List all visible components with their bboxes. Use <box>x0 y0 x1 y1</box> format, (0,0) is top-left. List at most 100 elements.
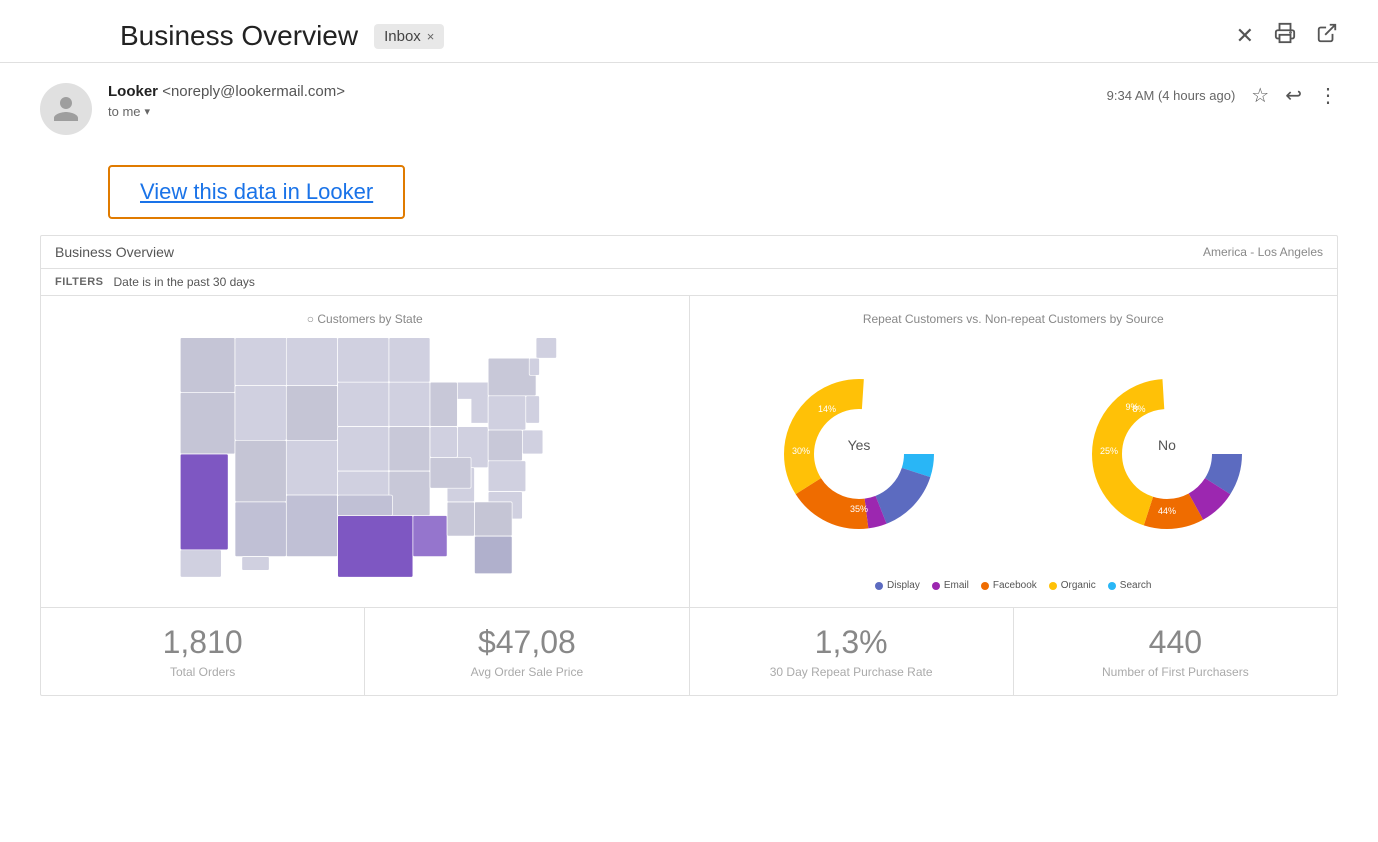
legend-item-organic: Organic <box>1049 580 1096 591</box>
print-icon[interactable] <box>1274 22 1296 50</box>
state-nc <box>488 461 526 492</box>
svg-text:13%: 13% <box>1216 446 1234 456</box>
metric-cell-2: 1,3% 30 Day Repeat Purchase Rate <box>690 608 1014 695</box>
metric-value-3: 440 <box>1034 624 1317 661</box>
map-chart-cell: ○ Customers by State <box>41 296 690 607</box>
donut-chart-title: Repeat Customers vs. Non-repeat Customer… <box>706 312 1322 326</box>
inbox-label: Inbox <box>384 28 421 45</box>
svg-text:Yes: Yes <box>848 437 871 453</box>
view-in-looker-link[interactable]: View this data in Looker <box>140 179 373 204</box>
filters-bar: FILTERS Date is in the past 30 days <box>41 269 1337 296</box>
state-nv <box>235 440 286 502</box>
svg-text:9%: 9% <box>1126 402 1139 412</box>
metric-label-1: Avg Order Sale Price <box>385 665 668 679</box>
star-icon[interactable]: ☆ <box>1251 83 1269 108</box>
state-ct <box>529 358 539 375</box>
email-time: 9:34 AM (4 hours ago) <box>1107 88 1236 103</box>
legend-display-label: Display <box>887 580 920 591</box>
state-wv <box>522 430 543 454</box>
state-id <box>235 386 286 441</box>
external-link-icon[interactable] <box>1316 22 1338 50</box>
legend-item-search: Search <box>1108 580 1152 591</box>
state-mt <box>235 338 290 386</box>
state-ne-new <box>536 338 557 359</box>
email-title: Business Overview <box>120 20 358 52</box>
email-header: Business Overview Inbox × ✕ <box>0 0 1378 63</box>
charts-row: ○ Customers by State <box>41 296 1337 608</box>
state-nj <box>526 396 540 423</box>
metric-cell-3: 440 Number of First Purchasers <box>1014 608 1337 695</box>
legend-facebook-label: Facebook <box>993 580 1037 591</box>
dashboard-title: Business Overview <box>55 244 174 260</box>
legend-search-label: Search <box>1120 580 1152 591</box>
svg-text:35%: 35% <box>850 504 868 514</box>
to-me[interactable]: to me ▾ <box>108 104 345 119</box>
svg-text:25%: 25% <box>1100 446 1118 456</box>
us-map-svg <box>85 324 645 584</box>
looker-link-area: View this data in Looker <box>0 145 1378 235</box>
metric-cell-1: $47,08 Avg Order Sale Price <box>365 608 689 695</box>
state-ok <box>337 495 392 516</box>
metric-value-0: 1,810 <box>61 624 344 661</box>
dashboard-container: Business Overview America - Los Angeles … <box>40 235 1338 696</box>
state-tx <box>337 516 412 578</box>
avatar <box>40 83 92 135</box>
header-icons: ✕ <box>1236 22 1338 50</box>
metric-value-2: 1,3% <box>710 624 993 661</box>
metric-label-3: Number of First Purchasers <box>1034 665 1317 679</box>
metric-value-1: $47,08 <box>385 624 668 661</box>
state-ga <box>474 502 512 536</box>
state-mo <box>389 471 430 515</box>
legend-item-display: Display <box>875 580 920 591</box>
legend-item-email: Email <box>932 580 969 591</box>
to-me-chevron-icon: ▾ <box>145 105 151 118</box>
to-me-text: to me <box>108 104 141 119</box>
metrics-row: 1,810 Total Orders $47,08 Avg Order Sale… <box>41 608 1337 695</box>
svg-text:No: No <box>1158 437 1176 453</box>
inbox-badge: Inbox × <box>374 24 444 49</box>
email-title-area: Business Overview Inbox × <box>120 20 444 52</box>
reply-icon[interactable]: ↩ <box>1285 83 1302 108</box>
inbox-close-icon[interactable]: × <box>427 29 435 44</box>
state-pa <box>488 396 526 430</box>
legend-facebook-dot <box>981 582 989 590</box>
avatar-icon <box>51 94 81 124</box>
state-mn <box>389 338 430 382</box>
state-sd <box>337 382 388 426</box>
state-nm <box>286 495 337 557</box>
sender-name-line: Looker <noreply@lookermail.com> <box>108 83 345 100</box>
dashboard-location: America - Los Angeles <box>1203 245 1323 259</box>
legend-display-dot <box>875 582 883 590</box>
donut-chart-cell: Repeat Customers vs. Non-repeat Customer… <box>690 296 1338 607</box>
state-il <box>430 382 457 426</box>
state-ut <box>286 440 337 495</box>
state-ky <box>430 427 457 458</box>
sender-name: Looker <box>108 83 158 100</box>
dashboard-header: Business Overview America - Los Angeles <box>41 236 1337 269</box>
more-options-icon[interactable]: ⋮ <box>1318 83 1338 108</box>
state-la <box>413 516 447 557</box>
donut-yes-svg: Yes 14% 30% 35% 18% <box>769 364 949 544</box>
sender-row: Looker <noreply@lookermail.com> to me ▾ … <box>0 63 1378 145</box>
donut-yes-wrapper: Yes 14% 30% 35% 18% <box>769 364 949 544</box>
svg-text:30%: 30% <box>792 446 810 456</box>
sender-info: Looker <noreply@lookermail.com> to me ▾ <box>108 83 345 119</box>
state-ia <box>389 427 430 471</box>
state-ca <box>180 454 228 550</box>
metric-label-0: Total Orders <box>61 665 344 679</box>
sender-email: <noreply@lookermail.com> <box>162 83 345 100</box>
legend-organic-dot <box>1049 582 1057 590</box>
legend-search-dot <box>1108 582 1116 590</box>
donut-no-svg: No 8% 9% 25% 44% 13% <box>1077 364 1257 544</box>
svg-text:14%: 14% <box>818 404 836 414</box>
donut-legend: Display Email Facebook Organic Search <box>706 580 1322 591</box>
svg-text:44%: 44% <box>1158 506 1176 516</box>
sender-left: Looker <noreply@lookermail.com> to me ▾ <box>40 83 345 135</box>
state-wy <box>286 338 337 386</box>
state-az <box>235 502 286 557</box>
state-wi <box>389 382 430 426</box>
state-ne <box>337 427 388 471</box>
state-co <box>286 386 337 441</box>
collapse-icon[interactable]: ✕ <box>1236 23 1254 49</box>
state-tn <box>430 457 471 488</box>
